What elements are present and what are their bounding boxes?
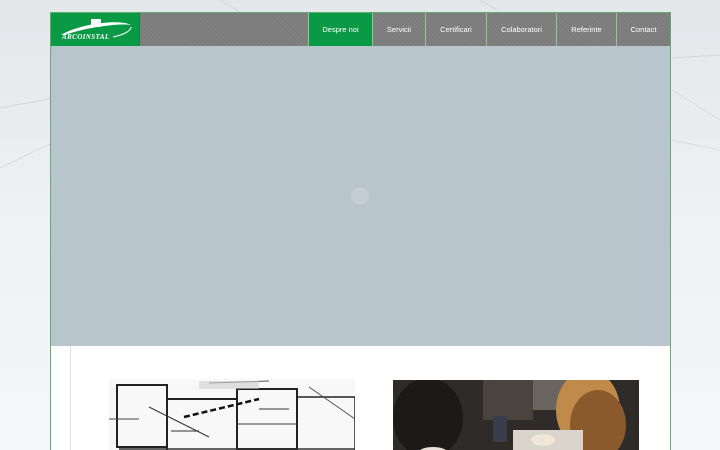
meeting-photo [393,380,639,450]
nav-item-referinte[interactable]: Referinte [556,13,616,46]
content-section [51,346,670,450]
nav-item-certificari[interactable]: Certificari [425,13,486,46]
brand-logo[interactable]: ARCOINSTAL [51,13,140,46]
nav-item-despre-noi[interactable]: Despre noi [308,13,372,46]
page-frame: ARCOINSTAL Despre noi Servicii Certifica… [50,12,671,450]
plan-drawing [109,379,355,450]
nav-item-contact[interactable]: Contact [616,13,670,46]
header-bar: ARCOINSTAL Despre noi Servicii Certifica… [51,13,670,46]
architectural-plan-image[interactable] [109,379,355,450]
divider-line [70,346,71,450]
nav-item-colaboratori[interactable]: Colaboratori [486,13,556,46]
hero-slider [51,46,670,346]
brand-name: ARCOINSTAL [62,33,110,41]
logo-mark-icon [61,19,132,38]
loader-icon [351,187,369,205]
main-nav: Despre noi Servicii Certificari Colabora… [308,13,670,46]
nav-item-servicii[interactable]: Servicii [372,13,425,46]
meeting-photo-image[interactable] [393,380,639,450]
